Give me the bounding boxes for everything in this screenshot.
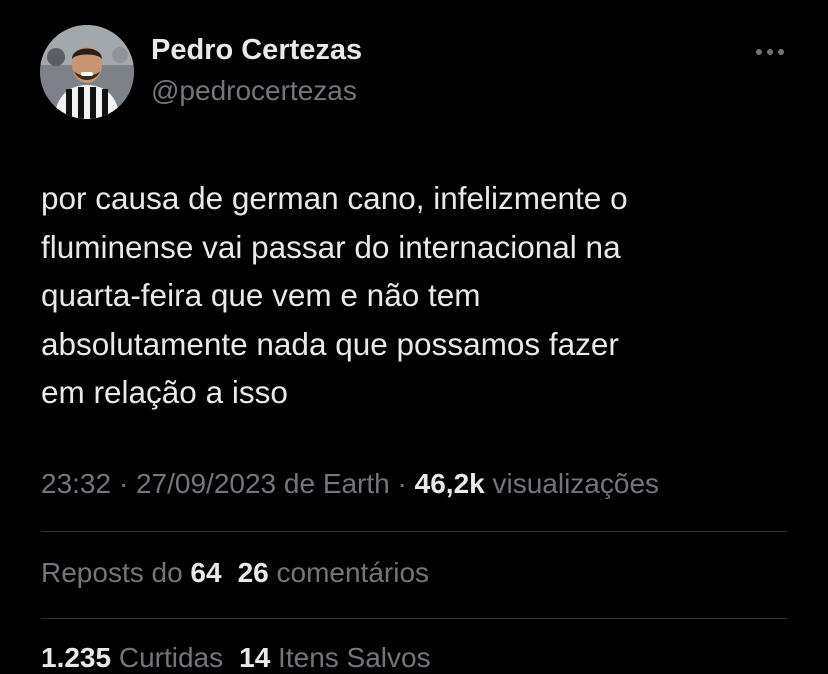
author-handle[interactable]: @pedrocertezas xyxy=(151,75,357,107)
reposts-link[interactable]: Reposts do 64 xyxy=(41,557,222,588)
more-options-button[interactable] xyxy=(748,38,792,66)
tweet-date[interactable]: 27/09/2023 xyxy=(136,468,276,499)
comments-link[interactable]: 26 comentários xyxy=(238,557,429,588)
saves-count: 14 xyxy=(239,642,271,673)
bookmarks-link[interactable]: 14 Itens Salvos xyxy=(239,642,430,673)
likes-label: Curtidas xyxy=(111,642,224,673)
avatar[interactable] xyxy=(40,25,134,119)
tweet-text: por causa de german cano, infelizmente o… xyxy=(41,180,628,410)
avatar-image xyxy=(40,25,134,119)
saves-label: Itens Salvos xyxy=(270,642,431,673)
divider xyxy=(41,531,787,532)
likes-link[interactable]: 1.235 Curtidas xyxy=(41,642,223,673)
tweet-metadata: 23:32 · 27/09/2023 de Earth · 46,2k visu… xyxy=(41,468,659,500)
tweet-source: de Earth xyxy=(276,468,390,499)
tweet-time[interactable]: 23:32 xyxy=(41,468,111,499)
divider xyxy=(41,618,787,619)
engagement-row-1: Reposts do 64 26 comentários xyxy=(41,557,429,589)
more-horizontal-icon xyxy=(756,49,784,55)
views-label: visualizações xyxy=(484,468,660,499)
engagement-row-2: 1.235 Curtidas 14 Itens Salvos xyxy=(41,642,431,674)
author-name[interactable]: Pedro Certezas xyxy=(151,34,362,67)
meta-separator: · xyxy=(111,468,136,499)
comments-label: comentários xyxy=(268,557,430,588)
meta-separator: · xyxy=(389,468,415,499)
reposts-label: Reposts do xyxy=(41,557,191,588)
comments-count: 26 xyxy=(237,557,269,588)
likes-count: 1.235 xyxy=(41,642,112,673)
views-count: 46,2k xyxy=(414,468,485,499)
reposts-count: 64 xyxy=(190,557,222,588)
tweet-detail: Pedro Certezas @pedrocertezas por causa … xyxy=(0,0,828,673)
